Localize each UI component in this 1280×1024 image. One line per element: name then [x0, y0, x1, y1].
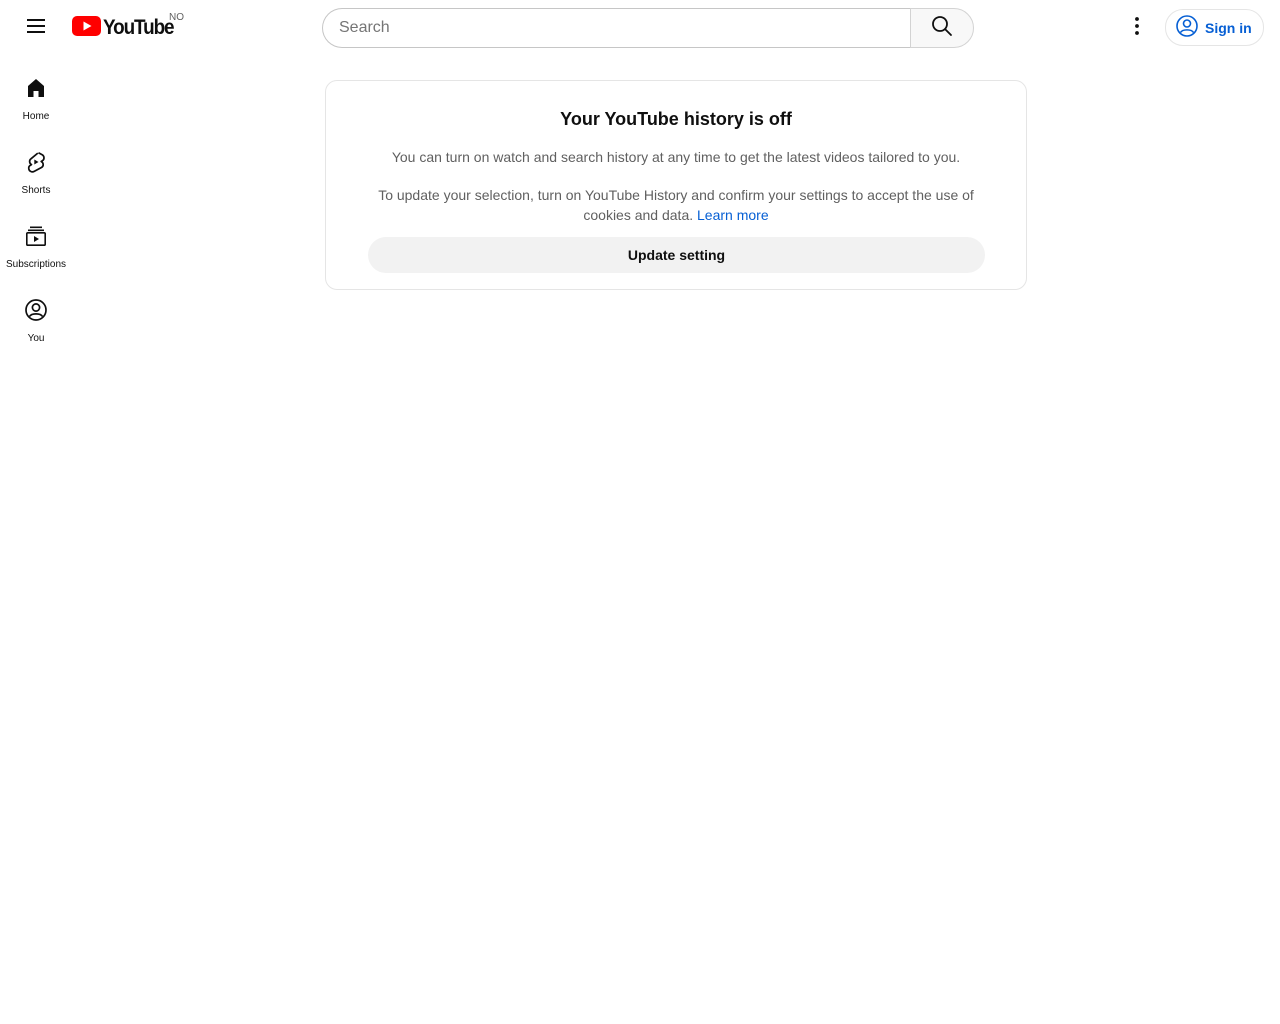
sign-in-button[interactable]: Sign in	[1165, 9, 1264, 46]
guide-item-shorts[interactable]: Shorts	[0, 130, 72, 204]
search-icon	[930, 14, 954, 43]
search-box	[322, 8, 974, 48]
country-code: NO	[169, 12, 184, 23]
home-icon	[24, 76, 48, 105]
search-button[interactable]	[910, 8, 974, 48]
logo-wordmark: YouTube	[103, 16, 175, 39]
guide-item-label: Shorts	[21, 185, 51, 196]
sign-in-label: Sign in	[1205, 19, 1252, 36]
guide-item-home[interactable]: Home	[0, 56, 72, 130]
guide-item-you[interactable]: You	[0, 278, 72, 352]
mini-guide: Home Shorts Subscriptions You	[0, 56, 72, 352]
guide-menu-button[interactable]	[16, 8, 56, 48]
selection-text: To update your selection, turn on YouTub…	[378, 187, 974, 223]
history-off-card: Your YouTube history is off You can turn…	[325, 80, 1027, 290]
guide-item-label: You	[27, 333, 45, 344]
card-description: You can turn on watch and search history…	[391, 149, 961, 165]
hamburger-menu-icon	[24, 14, 48, 43]
guide-item-label: Subscriptions	[5, 259, 67, 270]
card-selection-text: To update your selection, turn on YouTub…	[366, 185, 986, 225]
update-setting-button[interactable]: Update setting	[368, 237, 985, 273]
subscriptions-icon	[24, 224, 48, 253]
account-icon	[24, 298, 48, 327]
guide-item-subscriptions[interactable]: Subscriptions	[0, 204, 72, 278]
search-input[interactable]	[322, 8, 911, 48]
youtube-play-logo-icon	[72, 15, 101, 41]
settings-more-button[interactable]	[1117, 8, 1157, 48]
masthead: YouTube NO Search Sign in	[0, 0, 1280, 56]
shorts-icon	[24, 150, 48, 179]
account-circle-icon	[1175, 14, 1199, 41]
guide-item-label: Home	[22, 111, 50, 122]
more-vertical-icon	[1125, 14, 1149, 43]
youtube-logo[interactable]: YouTube	[72, 15, 181, 41]
learn-more-link[interactable]: Learn more	[697, 207, 769, 223]
card-title: Your YouTube history is off	[560, 109, 792, 129]
